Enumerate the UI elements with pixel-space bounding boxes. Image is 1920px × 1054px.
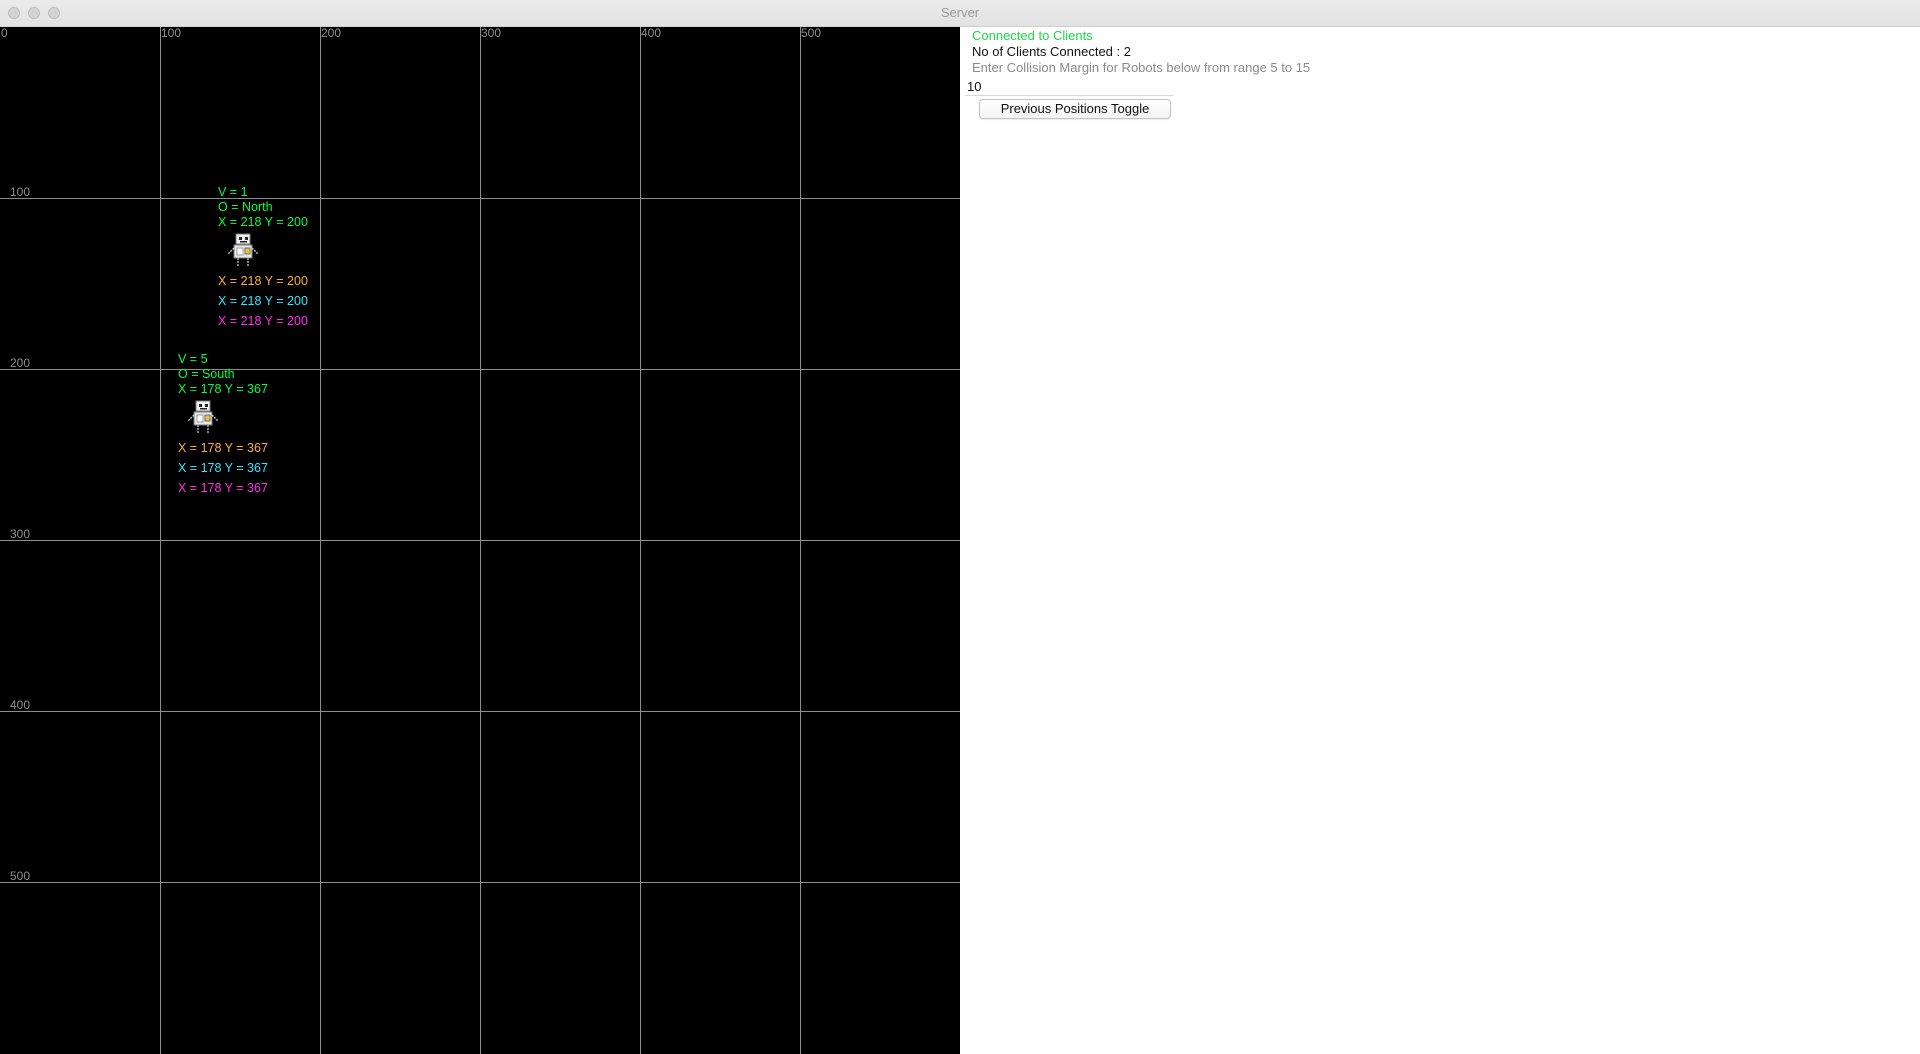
collision-margin-prompt: Enter Collision Margin for Robots below … bbox=[972, 60, 1311, 75]
robot-position: X = 178 Y = 367 bbox=[178, 382, 268, 396]
previous-positions-toggle-button[interactable]: Previous Positions Toggle bbox=[979, 99, 1171, 119]
robot-previous-position-3: X = 178 Y = 367 bbox=[178, 481, 268, 495]
robot-previous-position-3: X = 218 Y = 200 bbox=[218, 314, 308, 328]
robot-previous-position-1: X = 178 Y = 367 bbox=[178, 441, 268, 455]
robot-arena-canvas: 0 100 200 300 400 500 100 200 300 400 50… bbox=[0, 27, 960, 1054]
server-window: Server 0 100 200 300 400 500 100 200 300… bbox=[0, 0, 1920, 1054]
y-axis-label: 100 bbox=[10, 185, 31, 199]
window-title: Server bbox=[940, 5, 980, 20]
robot-previous-position-2: X = 178 Y = 367 bbox=[178, 461, 268, 475]
robot-velocity: V = 5 bbox=[178, 352, 208, 366]
grid-line-horizontal bbox=[0, 198, 960, 199]
robot-icon bbox=[227, 233, 259, 266]
clients-connected-count: No of Clients Connected : 2 bbox=[972, 44, 1131, 59]
x-axis-label: 100 bbox=[161, 27, 182, 40]
robot-previous-position-2: X = 218 Y = 200 bbox=[218, 294, 308, 308]
grid-line-horizontal bbox=[0, 882, 960, 883]
robot-velocity: V = 1 bbox=[218, 185, 248, 199]
x-axis-label: 0 bbox=[1, 27, 8, 40]
connection-status: Connected to Clients bbox=[972, 28, 1093, 43]
x-axis-label: 400 bbox=[641, 27, 662, 40]
robot-position: X = 218 Y = 200 bbox=[218, 215, 308, 229]
robot-previous-position-1: X = 218 Y = 200 bbox=[218, 274, 308, 288]
y-axis-label: 300 bbox=[10, 527, 31, 541]
x-axis-label: 300 bbox=[481, 27, 502, 40]
y-axis-label: 500 bbox=[10, 869, 31, 883]
control-panel: Connected to Clients No of Clients Conne… bbox=[960, 27, 1920, 1054]
grid-line-horizontal bbox=[0, 711, 960, 712]
x-axis-label: 200 bbox=[321, 27, 342, 40]
x-axis-label: 500 bbox=[801, 27, 822, 40]
y-axis-label: 200 bbox=[10, 356, 31, 370]
robot-icon bbox=[187, 400, 219, 433]
robot-orientation: O = South bbox=[178, 367, 235, 381]
y-axis-label: 400 bbox=[10, 698, 31, 712]
collision-margin-input[interactable] bbox=[965, 77, 1173, 96]
title-bar[interactable]: Server bbox=[0, 0, 1920, 27]
grid-line-horizontal bbox=[0, 540, 960, 541]
robot-orientation: O = North bbox=[218, 200, 273, 214]
grid-line-horizontal bbox=[0, 369, 960, 370]
